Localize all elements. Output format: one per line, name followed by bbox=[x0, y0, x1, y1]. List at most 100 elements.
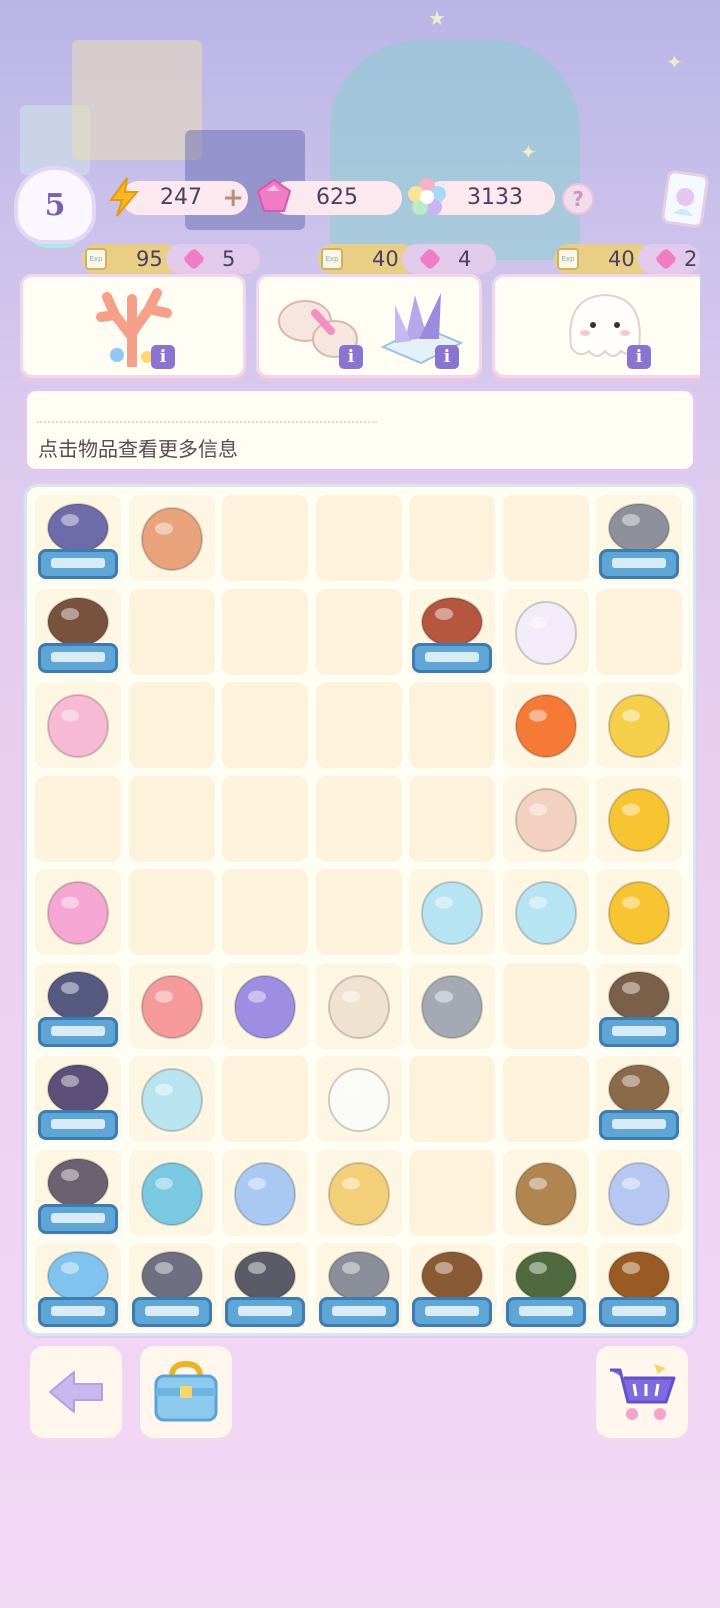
cat-bed-blue-icon bbox=[225, 1153, 305, 1233]
empty-board-cell[interactable] bbox=[596, 588, 682, 675]
order-items-box[interactable]: i bbox=[492, 274, 700, 378]
board-cell[interactable] bbox=[35, 495, 121, 581]
gem-reward: 2 bbox=[638, 244, 700, 274]
gem-icon bbox=[182, 247, 206, 271]
board-cell[interactable] bbox=[35, 869, 121, 955]
info-icon[interactable]: i bbox=[151, 345, 175, 369]
lightning-stack-icon bbox=[599, 779, 679, 859]
empty-board-cell[interactable] bbox=[502, 962, 589, 1049]
energy-counter[interactable]: 247 + bbox=[109, 177, 248, 217]
pink-hamster-bed-icon bbox=[38, 685, 118, 765]
board-cell[interactable] bbox=[35, 1056, 121, 1142]
gem-icon bbox=[654, 247, 678, 271]
star-value: 3133 bbox=[467, 185, 523, 210]
board-cell[interactable] bbox=[128, 495, 215, 581]
board-cell[interactable] bbox=[596, 495, 682, 581]
board-cell[interactable] bbox=[222, 1243, 308, 1329]
empty-board-cell[interactable] bbox=[128, 775, 215, 862]
board-cell[interactable] bbox=[128, 1056, 215, 1142]
board-cell[interactable] bbox=[502, 1243, 589, 1329]
empty-board-cell[interactable] bbox=[35, 775, 121, 862]
storage-crate-icon bbox=[599, 549, 679, 579]
storage-crate-icon bbox=[131, 1297, 212, 1327]
thread-spool-icon bbox=[132, 1059, 212, 1139]
add-energy-button[interactable]: + bbox=[222, 181, 244, 215]
board-cell[interactable] bbox=[222, 1149, 308, 1236]
board-cell[interactable] bbox=[596, 682, 682, 768]
help-button[interactable]: ? bbox=[562, 183, 594, 215]
empty-board-cell[interactable] bbox=[409, 1149, 495, 1236]
toolbox-button[interactable] bbox=[140, 1346, 232, 1438]
board-cell[interactable] bbox=[35, 682, 121, 768]
board-cell[interactable] bbox=[315, 1243, 402, 1329]
board-cell[interactable] bbox=[35, 1149, 121, 1236]
board-cell[interactable] bbox=[502, 682, 589, 768]
energy-value: 247 bbox=[160, 185, 202, 210]
order-items-box[interactable]: i bbox=[20, 274, 246, 378]
board-cell[interactable] bbox=[315, 962, 402, 1049]
info-icon[interactable]: i bbox=[435, 345, 459, 369]
gem-reward-value: 4 bbox=[458, 247, 472, 271]
board-cell[interactable] bbox=[409, 869, 495, 955]
empty-board-cell[interactable] bbox=[502, 1056, 589, 1142]
card-collection-icon[interactable] bbox=[660, 169, 710, 229]
empty-board-cell[interactable] bbox=[315, 775, 402, 862]
gray-fish-icon bbox=[412, 966, 492, 1046]
merge-board bbox=[24, 484, 696, 1336]
empty-board-cell[interactable] bbox=[409, 1056, 495, 1142]
empty-board-cell[interactable] bbox=[409, 495, 495, 581]
empty-board-cell[interactable] bbox=[502, 495, 589, 581]
board-cell[interactable] bbox=[502, 588, 589, 675]
board-cell[interactable] bbox=[35, 1243, 121, 1329]
board-cell[interactable] bbox=[596, 1056, 682, 1142]
empty-board-cell[interactable] bbox=[315, 495, 402, 581]
empty-board-cell[interactable] bbox=[409, 682, 495, 768]
empty-board-cell[interactable] bbox=[128, 588, 215, 675]
empty-board-cell[interactable] bbox=[315, 869, 402, 955]
board-cell[interactable] bbox=[502, 869, 589, 955]
info-icon[interactable]: i bbox=[339, 345, 363, 369]
empty-board-cell[interactable] bbox=[315, 588, 402, 675]
board-cell[interactable] bbox=[128, 1149, 215, 1236]
board-cell[interactable] bbox=[596, 775, 682, 862]
empty-board-cell[interactable] bbox=[222, 495, 308, 581]
player-level: 5 bbox=[44, 187, 66, 223]
star-decoration-icon: ✦ bbox=[520, 140, 537, 164]
storage-crate-icon bbox=[599, 1016, 679, 1047]
order-items-box[interactable]: i i bbox=[256, 274, 482, 378]
board-cell[interactable] bbox=[222, 962, 308, 1049]
empty-board-cell[interactable] bbox=[222, 588, 308, 675]
exp-icon: Exp bbox=[321, 248, 343, 270]
empty-board-cell[interactable] bbox=[222, 775, 308, 862]
board-cell[interactable] bbox=[35, 588, 121, 675]
empty-board-cell[interactable] bbox=[128, 682, 215, 768]
goldfish-icon bbox=[506, 685, 586, 765]
exp-icon: Exp bbox=[85, 248, 107, 270]
empty-board-cell[interactable] bbox=[128, 869, 215, 955]
board-cell[interactable] bbox=[596, 1243, 682, 1329]
empty-board-cell[interactable] bbox=[409, 775, 495, 862]
board-cell[interactable] bbox=[596, 869, 682, 955]
board-cell[interactable] bbox=[409, 962, 495, 1049]
board-cell[interactable] bbox=[409, 588, 495, 675]
background-frame bbox=[72, 40, 202, 160]
board-cell[interactable] bbox=[128, 962, 215, 1049]
board-cell[interactable] bbox=[128, 1243, 215, 1329]
empty-board-cell[interactable] bbox=[315, 682, 402, 768]
board-cell[interactable] bbox=[315, 1056, 402, 1142]
board-cell[interactable] bbox=[596, 962, 682, 1049]
storage-crate-icon bbox=[38, 1203, 118, 1234]
shop-button[interactable] bbox=[596, 1346, 688, 1438]
board-cell[interactable] bbox=[596, 1149, 682, 1236]
board-cell[interactable] bbox=[502, 775, 589, 862]
back-button[interactable] bbox=[30, 1346, 122, 1438]
empty-board-cell[interactable] bbox=[222, 1056, 308, 1142]
board-cell[interactable] bbox=[409, 1243, 495, 1329]
info-icon[interactable]: i bbox=[627, 345, 651, 369]
empty-board-cell[interactable] bbox=[222, 869, 308, 955]
player-level-badge[interactable]: 5 bbox=[14, 166, 96, 248]
board-cell[interactable] bbox=[315, 1149, 402, 1236]
board-cell[interactable] bbox=[502, 1149, 589, 1236]
empty-board-cell[interactable] bbox=[222, 682, 308, 768]
board-cell[interactable] bbox=[35, 962, 121, 1049]
